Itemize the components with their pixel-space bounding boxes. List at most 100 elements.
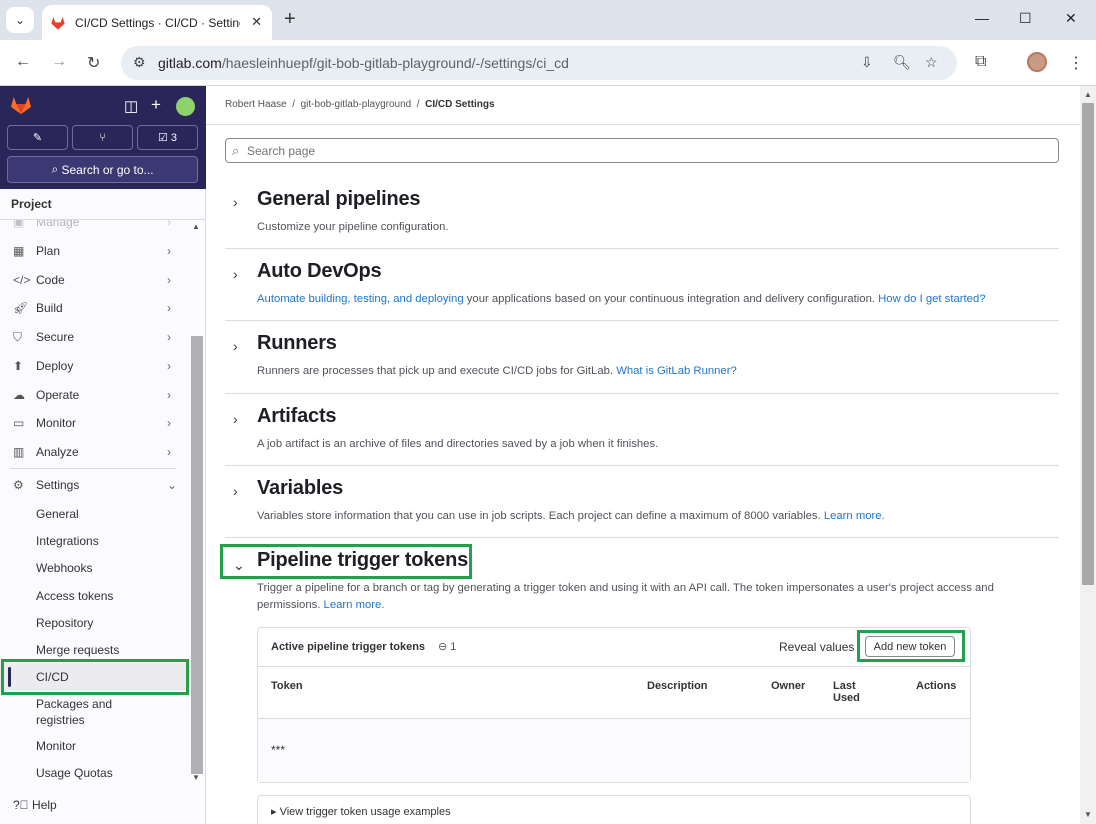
new-tab-icon[interactable]: +	[284, 8, 296, 31]
scroll-up-icon[interactable]: ▲	[192, 222, 200, 231]
gear-icon: ⚙	[13, 478, 24, 492]
sidebar-item-label: Repository	[36, 616, 94, 630]
sidebar-item-code[interactable]: </> Code ›	[0, 266, 188, 294]
section-title[interactable]: Auto DevOps	[257, 260, 382, 283]
close-window-icon[interactable]: ✕	[1065, 10, 1077, 27]
sidebar-item-label: Analyze	[36, 445, 79, 459]
sidebar-subitem-access-tokens[interactable]: Access tokens	[0, 582, 188, 610]
chevron-right-icon[interactable]: ›	[233, 194, 238, 210]
sidebar-item-plan[interactable]: ▦ Plan ›	[0, 237, 188, 265]
extensions-icon[interactable]: ⧉	[975, 53, 986, 71]
sidebar-item-settings[interactable]: ⚙ Settings ⌄	[0, 471, 188, 499]
sidebar-item-label: Webhooks	[36, 561, 93, 575]
scroll-down-icon[interactable]: ▼	[1084, 810, 1092, 819]
plan-icon: ▦	[13, 244, 25, 258]
auto-devops-link[interactable]: Automate building, testing, and deployin…	[257, 293, 464, 305]
profile-avatar[interactable]	[1027, 52, 1047, 72]
search-label: Search or go to...	[61, 162, 154, 177]
tab-search-dropdown-icon[interactable]: ⌄	[6, 7, 34, 33]
omnibox[interactable]: ⚙ gitlab.com/haesleinhuepf/git-bob-gitla…	[121, 46, 957, 80]
sidebar-subitem-packages[interactable]: Packages and registries	[0, 695, 188, 729]
chevron-right-icon[interactable]: ›	[233, 411, 238, 427]
section-title[interactable]: Variables	[257, 477, 343, 500]
sidebar-item-monitor[interactable]: ▭ Monitor ›	[0, 409, 188, 437]
sidebar-item-label: Plan	[36, 244, 61, 258]
scroll-down-icon[interactable]: ▼	[192, 773, 200, 782]
token-value: ***	[271, 743, 286, 757]
breadcrumb-owner[interactable]: Robert Haase	[225, 99, 287, 110]
section-title[interactable]: Runners	[257, 332, 337, 355]
create-new-icon[interactable]: +	[151, 95, 161, 115]
sidebar-item-analyze[interactable]: ▥ Analyze ›	[0, 438, 188, 466]
breadcrumb-current[interactable]: CI/CD Settings	[425, 99, 494, 110]
trigger-examples-toggle[interactable]: ▸ View trigger token usage examples	[257, 795, 971, 824]
bookmark-star-icon[interactable]: ☆	[925, 54, 938, 71]
issues-icon: ✎	[32, 132, 43, 144]
sidebar-item-build[interactable]: 🚀︎ Build ›	[0, 294, 188, 322]
sidebar-subitem-integrations[interactable]: Integrations	[0, 527, 188, 555]
sidebar-subitem-repository[interactable]: Repository	[0, 609, 188, 637]
search-page-input[interactable]: ⌕ Search page	[225, 138, 1059, 163]
sidebar-item-secure[interactable]: ⛉ Secure ›	[0, 323, 188, 351]
toggle-sidebar-icon[interactable]: ◫	[124, 97, 138, 115]
sidebar-subitem-monitor[interactable]: Monitor	[0, 732, 188, 760]
reload-icon[interactable]: ↻	[87, 53, 100, 73]
triggers-learn-more-link[interactable]: Learn more.	[324, 599, 385, 611]
gitlab-favicon-icon	[51, 16, 65, 30]
search-or-go-to-button[interactable]: ⌕ Search or go to...	[7, 156, 198, 183]
sidebar-item-manage[interactable]: ▣ Manage ›	[0, 220, 188, 236]
section-general-pipelines: › General pipelines Customize your pipel…	[225, 186, 1059, 249]
minimize-icon[interactable]: —	[975, 10, 989, 26]
sidebar-nav: ▣ Manage › ▦ Plan › </> Code › 🚀︎ Build › ⛉ Secur…	[0, 220, 190, 820]
breadcrumb-project[interactable]: git-bob-gitlab-playground	[301, 99, 412, 110]
code-icon: </>	[13, 273, 31, 287]
install-app-icon[interactable]: ⇩	[861, 54, 873, 71]
chevron-right-icon: ›	[167, 416, 171, 430]
chevron-right-icon[interactable]: ›	[233, 338, 238, 354]
sidebar: ◫ + ✎ ⑂ ☑ 3 ⌕ Search or go to... Project…	[0, 86, 206, 824]
chevron-right-icon: ›	[167, 359, 171, 373]
zoom-icon[interactable]: 🔍︎	[893, 54, 911, 71]
chart-icon: ▥	[13, 445, 25, 459]
forward-icon[interactable]: →	[51, 53, 67, 71]
section-auto-devops: › Auto DevOps Automate building, testing…	[225, 258, 1059, 321]
token-count: 1	[450, 641, 457, 653]
sidebar-subitem-webhooks[interactable]: Webhooks	[0, 554, 188, 582]
section-title[interactable]: Artifacts	[257, 405, 337, 428]
browser-tab-bar: ⌄ CI/CD Settings · CI/CD · Settings · gi…	[0, 0, 1096, 40]
sidebar-subitem-usage-quotas[interactable]: Usage Quotas	[0, 759, 188, 787]
page-scroll-thumb[interactable]	[1082, 103, 1094, 585]
user-avatar[interactable]	[176, 97, 195, 116]
maximize-icon[interactable]: ☐	[1019, 10, 1032, 27]
sidebar-item-label: Usage Quotas	[36, 766, 113, 780]
chevron-right-icon[interactable]: ›	[233, 483, 238, 499]
sidebar-item-operate[interactable]: ☁ Operate ›	[0, 381, 188, 409]
help-button[interactable]: ?⃝ Help	[13, 798, 57, 812]
browser-tab[interactable]: CI/CD Settings · CI/CD · Settings · git-…	[42, 5, 272, 40]
issues-count-button[interactable]: ✎	[7, 125, 68, 150]
chevron-right-icon[interactable]: ›	[233, 266, 238, 282]
highlight-add-token-button	[857, 630, 965, 662]
site-settings-icon[interactable]: ⚙	[133, 54, 146, 71]
gitlab-logo-icon[interactable]	[10, 95, 32, 115]
search-icon: ⌕	[232, 142, 240, 158]
merge-requests-count-button[interactable]: ⑂	[72, 125, 133, 150]
description-text: Runners are processes that pick up and e…	[257, 365, 617, 377]
chevron-right-icon: ›	[167, 330, 171, 344]
variables-learn-more-link[interactable]: Learn more.	[824, 510, 885, 522]
back-icon[interactable]: ←	[15, 53, 31, 71]
manage-icon: ▣	[13, 220, 25, 229]
close-tab-icon[interactable]: ✕	[251, 14, 262, 30]
sidebar-subitem-general[interactable]: General	[0, 500, 188, 528]
todos-count-button[interactable]: ☑ 3	[137, 125, 198, 150]
reveal-values-toggle[interactable]: Reveal values	[779, 640, 854, 654]
disclosure-triangle-icon: ▸	[271, 806, 277, 818]
browser-menu-icon[interactable]: ⋮	[1068, 53, 1084, 73]
sidebar-scroll-thumb[interactable]	[191, 336, 203, 774]
runner-link[interactable]: What is GitLab Runner?	[616, 365, 737, 377]
sidebar-item-deploy[interactable]: ⬆ Deploy ›	[0, 352, 188, 380]
section-title[interactable]: General pipelines	[257, 188, 421, 211]
chevron-down-icon: ⌄	[167, 478, 178, 492]
scroll-up-icon[interactable]: ▲	[1084, 90, 1092, 99]
get-started-link[interactable]: How do I get started?	[878, 293, 985, 305]
